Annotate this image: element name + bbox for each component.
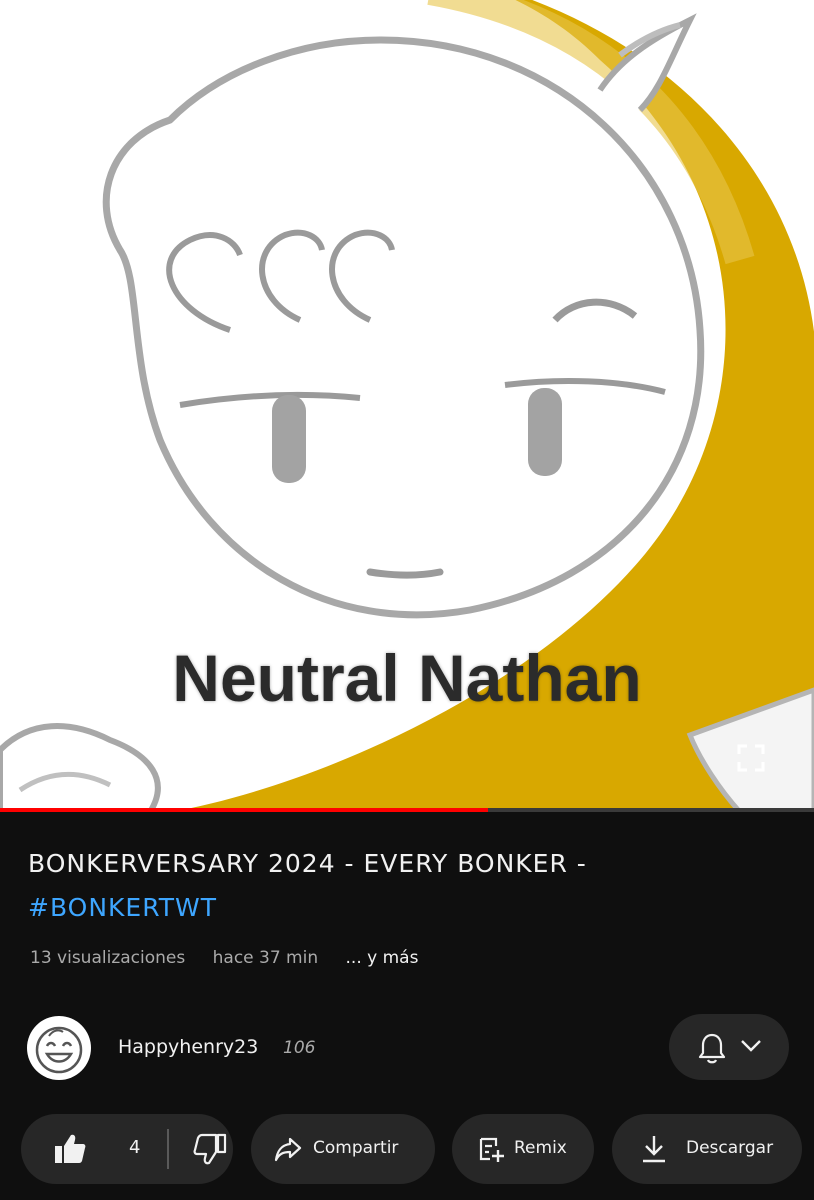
channel-row: Happyhenry23 106 [0,1010,814,1086]
progress-fill [0,808,489,812]
progress-bar[interactable] [0,808,814,812]
download-label: Descargar [686,1138,774,1158]
more-link[interactable]: ... y más [346,948,419,968]
subscriber-count: 106 [283,1038,316,1058]
thumbs-down-icon [193,1133,227,1165]
video-meta[interactable]: 13 visualizaciones hace 37 min ... y más [30,948,440,968]
channel-name[interactable]: Happyhenry23 [118,1036,258,1058]
upload-time: hace 37 min [212,948,319,968]
share-label: Compartir [313,1138,399,1158]
view-count: 13 visualizaciones [30,948,186,968]
video-title[interactable]: BONKERVERSARY 2024 - EVERY BONKER - #BON… [28,842,788,930]
bell-icon [698,1033,726,1064]
download-icon [643,1136,665,1163]
remix-icon [479,1137,504,1162]
notifications-button[interactable] [669,1014,789,1080]
video-caption: Neutral Nathan [172,641,642,715]
like-button[interactable]: 4 [21,1114,145,1184]
action-bar: 4 Compartir Remix Descargar [0,1114,814,1184]
remix-label: Remix [514,1138,567,1158]
fullscreen-icon [737,744,765,772]
thumbs-up-icon [55,1134,86,1163]
dislike-button[interactable] [171,1114,233,1184]
divider [167,1129,169,1169]
video-title-text: BONKERVERSARY 2024 - EVERY BONKER - [28,849,587,878]
chevron-down-icon [741,1040,761,1052]
avatar[interactable] [27,1016,91,1080]
share-arrow-icon [274,1137,302,1162]
like-dislike-group: 4 [21,1114,233,1184]
like-count: 4 [129,1137,141,1158]
smiley-avatar-icon [35,1026,83,1074]
fullscreen-button[interactable] [733,740,769,776]
download-button[interactable]: Descargar [612,1114,802,1184]
remix-button[interactable]: Remix [452,1114,594,1184]
hashtag-link[interactable]: #BONKERTWT [28,893,217,922]
share-button[interactable]: Compartir [251,1114,435,1184]
video-player[interactable]: Neutral Nathan [0,0,814,812]
